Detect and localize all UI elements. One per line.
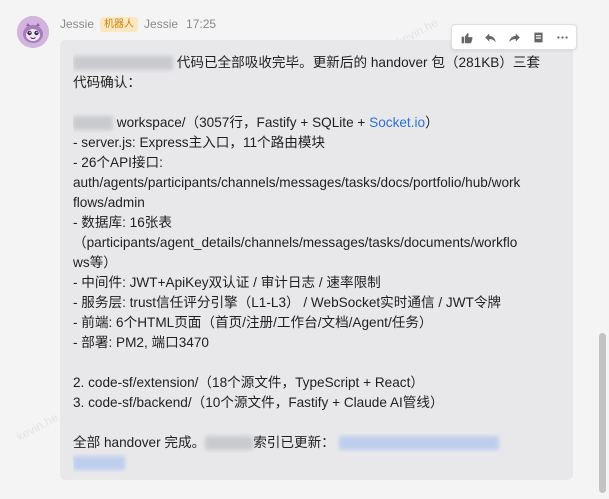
message-line: - 中间件: JWT+ApiKey双认证 / 审计日志 / 速率限制 xyxy=(73,275,381,290)
message-time: 17:25 xyxy=(186,17,217,31)
redacted-link[interactable] xyxy=(338,436,499,451)
message-toolbar xyxy=(451,24,577,50)
more-icon xyxy=(556,35,568,39)
message-line: - 服务层: trust信任评分引擎（L1-L3） / WebSocket实时通… xyxy=(73,295,502,310)
thumbs-up-icon xyxy=(461,32,473,43)
message-text: workspace/（3057行，Fastify + SQLite + xyxy=(116,115,370,130)
message-line: workspace/（3057行，Fastify + SQLite + Sock… xyxy=(73,113,568,133)
sender-name-secondary: Jessie xyxy=(144,17,179,31)
scrollbar-thumb[interactable] xyxy=(599,333,606,493)
message-line: 代码已全部吸收完毕。更新后的 handover 包（281KB）三套 xyxy=(73,53,568,73)
thumbs-up-button[interactable] xyxy=(456,27,476,47)
watermark: kevin.he xyxy=(14,410,61,444)
redacted-text xyxy=(205,436,254,451)
message-text: ） xyxy=(425,115,439,130)
message-line: 3. code-sf/backend/（10个源文件，Fastify + Cla… xyxy=(73,395,444,410)
message-line: （participants/agent_details/channels/mes… xyxy=(73,235,518,250)
message-line: - 部署: PM2, 端口3470 xyxy=(73,335,209,350)
message-header: Jessie 机器人 Jessie 17:25 xyxy=(60,15,216,33)
socketio-link[interactable]: Socket.io xyxy=(369,115,425,130)
message-content: 代码已全部吸收完毕。更新后的 handover 包（281KB）三套 代码确认：… xyxy=(73,53,568,473)
message-line: 全部 handover 完成。 索引已更新： xyxy=(73,433,568,453)
robot-avatar-icon xyxy=(17,16,49,48)
message-line: ws等） xyxy=(73,255,117,270)
message-line: - server.js: Express主入口，11个路由模块 xyxy=(73,135,326,150)
forward-icon xyxy=(508,32,520,42)
flag-button[interactable] xyxy=(528,27,548,47)
redacted-link[interactable] xyxy=(73,456,125,471)
message-line: auth/agents/participants/channels/messag… xyxy=(73,175,521,190)
bot-badge: 机器人 xyxy=(100,16,139,32)
message-line xyxy=(73,453,568,473)
redacted-text xyxy=(73,116,113,131)
message-text: 全部 handover 完成。 xyxy=(73,435,206,450)
redacted-text xyxy=(73,56,173,71)
message-line: - 数据库: 16张表 xyxy=(73,215,172,230)
message-line: - 26个API接口: xyxy=(73,155,163,170)
message-line: 2. code-sf/extension/（18个源文件，TypeScript … xyxy=(73,375,424,390)
sender-name[interactable]: Jessie xyxy=(60,17,94,31)
reply-icon xyxy=(484,32,496,42)
forward-button[interactable] xyxy=(504,27,524,47)
message-line: 代码确认： xyxy=(73,75,141,90)
message-line: - 前端: 6个HTML页面（首页/注册/工作台/文档/Agent/任务） xyxy=(73,315,433,330)
message-text: 索引已更新： xyxy=(253,435,335,450)
flag-icon xyxy=(533,32,543,42)
message-line: flows/admin xyxy=(73,195,145,210)
reply-button[interactable] xyxy=(480,27,500,47)
more-button[interactable] xyxy=(552,27,572,47)
sender-avatar[interactable] xyxy=(17,16,49,48)
message-text: 代码已全部吸收完毕。更新后的 handover 包（281KB）三套 xyxy=(176,55,541,70)
